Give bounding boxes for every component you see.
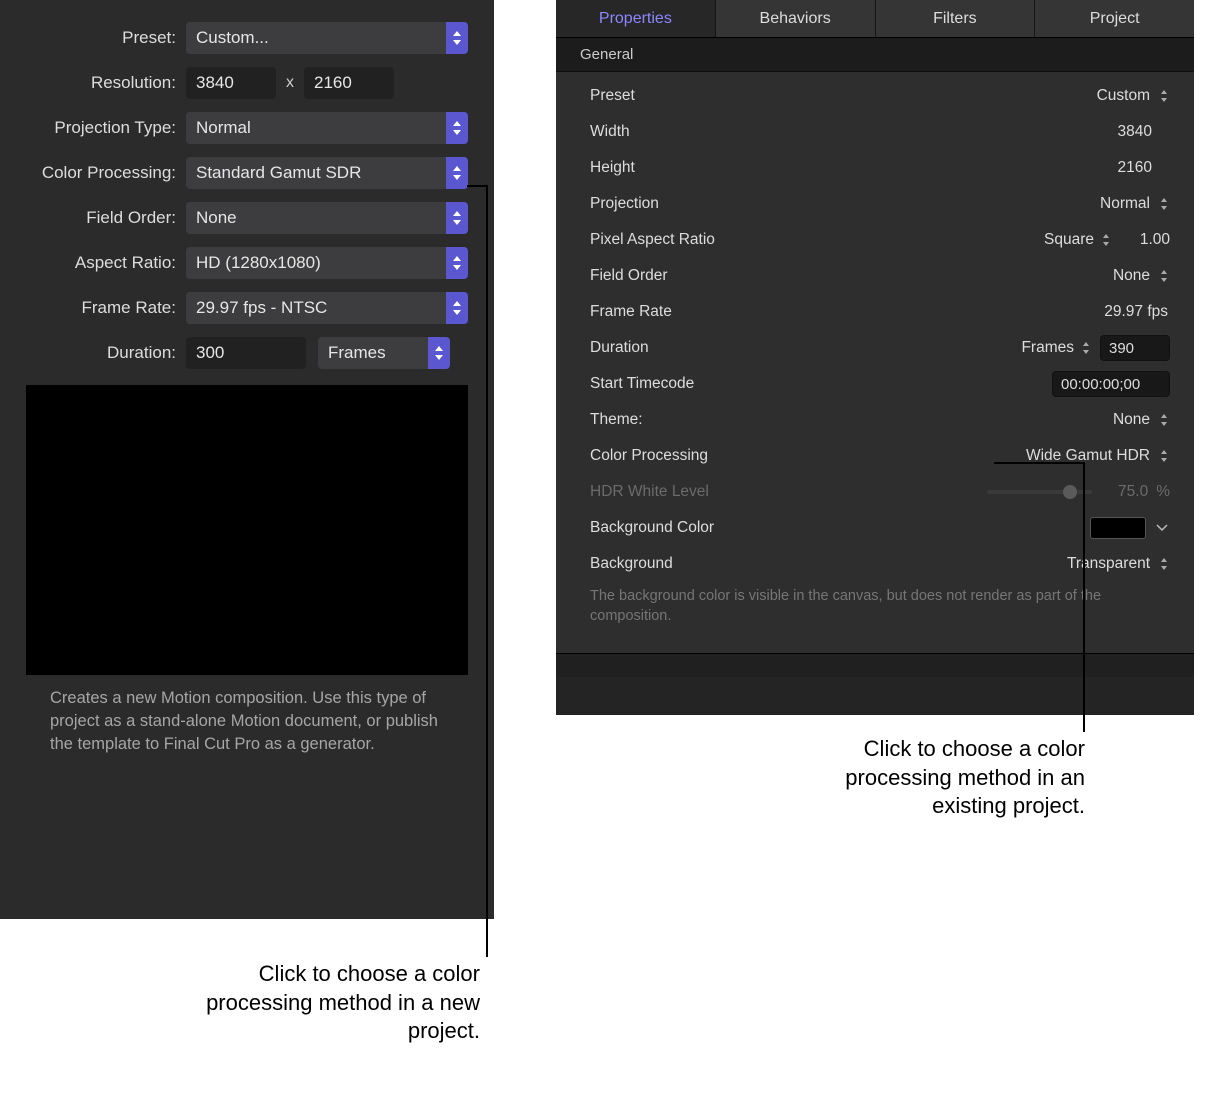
inspector-tabs: Properties Behaviors Filters Project: [556, 0, 1194, 38]
updown-icon: [1158, 88, 1170, 104]
prop-field-order-value: None: [1095, 267, 1150, 285]
prop-height-value[interactable]: 2160: [1096, 159, 1152, 177]
preview-thumbnail: [26, 385, 468, 675]
preset-value: Custom...: [196, 28, 269, 48]
updown-icon: [446, 157, 468, 189]
prop-par-menu[interactable]: Square: [1039, 231, 1112, 249]
prop-bg-label: Background: [590, 555, 1067, 573]
prop-duration-unit: Frames: [1019, 339, 1074, 357]
aspect-ratio-label: Aspect Ratio:: [26, 253, 186, 273]
updown-icon: [1158, 412, 1170, 428]
prop-field-order-label: Field Order: [590, 267, 1095, 285]
tab-properties[interactable]: Properties: [556, 0, 716, 37]
updown-icon: [446, 202, 468, 234]
frame-rate-label: Frame Rate:: [26, 298, 186, 318]
callout-right: Click to choose a color processing metho…: [775, 735, 1085, 821]
projection-type-select[interactable]: Normal: [186, 112, 468, 144]
prop-start-tc-label: Start Timecode: [590, 375, 1052, 393]
callout-line: [994, 462, 1084, 464]
prop-theme-value: None: [1095, 411, 1150, 429]
updown-icon: [446, 247, 468, 279]
inspector-panel: Properties Behaviors Filters Project Gen…: [556, 0, 1194, 715]
bgcolor-swatch[interactable]: [1090, 517, 1146, 539]
prop-projection-value: Normal: [1095, 195, 1150, 213]
prop-theme-menu[interactable]: None: [1095, 411, 1170, 429]
prop-height-label: Height: [590, 159, 1096, 177]
field-order-value: None: [196, 208, 237, 228]
resolution-width-input[interactable]: 3840: [186, 67, 276, 99]
updown-icon: [446, 112, 468, 144]
prop-projection-menu[interactable]: Normal: [1095, 195, 1170, 213]
callout-line: [467, 185, 487, 187]
updown-icon: [1158, 448, 1170, 464]
frame-rate-select[interactable]: 29.97 fps - NTSC: [186, 292, 468, 324]
tab-filters[interactable]: Filters: [876, 0, 1036, 37]
prop-preset-label: Preset: [590, 87, 1095, 105]
properties-list: Preset Custom Width 3840 Height 2160 Pro…: [556, 72, 1194, 653]
prop-duration-unit-menu[interactable]: Frames: [1019, 339, 1092, 357]
prop-width-label: Width: [590, 123, 1096, 141]
prop-hdr-value: 75.0: [1108, 483, 1148, 501]
prop-frame-rate-value: 29.97 fps: [1104, 303, 1168, 321]
field-order-select[interactable]: None: [186, 202, 468, 234]
tab-behaviors[interactable]: Behaviors: [716, 0, 876, 37]
updown-icon: [446, 292, 468, 324]
color-processing-select[interactable]: Standard Gamut SDR: [186, 157, 468, 189]
resolution-x: x: [276, 74, 304, 92]
callout-line: [486, 185, 488, 957]
prop-theme-label: Theme:: [590, 411, 1095, 429]
prop-duration-label: Duration: [590, 339, 1019, 357]
prop-par-value[interactable]: 1.00: [1120, 231, 1170, 249]
prop-par-menu-value: Square: [1039, 231, 1094, 249]
updown-icon: [446, 22, 468, 54]
projection-type-label: Projection Type:: [26, 118, 186, 138]
tab-project[interactable]: Project: [1035, 0, 1194, 37]
resolution-height-input[interactable]: 2160: [304, 67, 394, 99]
project-description: Creates a new Motion composition. Use th…: [26, 687, 468, 755]
prop-start-tc-input[interactable]: 00:00:00;00: [1052, 371, 1170, 397]
aspect-ratio-value: HD (1280x1080): [196, 253, 321, 273]
new-project-panel: Preset: Custom... Resolution: 3840 x 216…: [0, 0, 494, 919]
section-general[interactable]: General: [556, 38, 1194, 72]
preset-label: Preset:: [26, 28, 186, 48]
updown-icon: [1158, 196, 1170, 212]
prop-bg-value: Transparent: [1067, 555, 1150, 573]
color-processing-value: Standard Gamut SDR: [196, 163, 361, 183]
chevron-down-icon[interactable]: [1154, 520, 1170, 536]
duration-unit-value: Frames: [328, 343, 386, 363]
updown-icon: [428, 337, 450, 369]
callout-line: [1083, 462, 1085, 732]
projection-type-value: Normal: [196, 118, 251, 138]
panel-footer: [556, 653, 1194, 677]
duration-unit-select[interactable]: Frames: [318, 337, 450, 369]
duration-input[interactable]: 300: [186, 337, 306, 369]
field-order-label: Field Order:: [26, 208, 186, 228]
prop-field-order-menu[interactable]: None: [1095, 267, 1170, 285]
frame-rate-value: 29.97 fps - NTSC: [196, 298, 327, 318]
aspect-ratio-select[interactable]: HD (1280x1080): [186, 247, 468, 279]
prop-hdr-slider: [987, 490, 1092, 494]
preset-select[interactable]: Custom...: [186, 22, 468, 54]
prop-projection-label: Projection: [590, 195, 1095, 213]
slider-thumb-icon: [1063, 485, 1077, 499]
updown-icon: [1158, 556, 1170, 572]
prop-hdr-unit: %: [1156, 483, 1170, 501]
prop-frame-rate-label: Frame Rate: [590, 303, 1104, 321]
duration-label: Duration:: [26, 343, 186, 363]
updown-icon: [1100, 232, 1112, 248]
prop-hdr-label: HDR White Level: [590, 483, 987, 501]
resolution-label: Resolution:: [26, 73, 186, 93]
color-processing-label: Color Processing:: [26, 163, 186, 183]
prop-par-label: Pixel Aspect Ratio: [590, 231, 1039, 249]
updown-icon: [1158, 268, 1170, 284]
prop-duration-input[interactable]: 390: [1100, 335, 1170, 361]
prop-color-processing-label: Color Processing: [590, 447, 1026, 465]
prop-bgcolor-label: Background Color: [590, 519, 1090, 537]
callout-left: Click to choose a color processing metho…: [180, 960, 480, 1046]
prop-preset-value: Custom: [1095, 87, 1150, 105]
prop-preset-menu[interactable]: Custom: [1095, 87, 1170, 105]
updown-icon: [1080, 340, 1092, 356]
prop-width-value[interactable]: 3840: [1096, 123, 1152, 141]
